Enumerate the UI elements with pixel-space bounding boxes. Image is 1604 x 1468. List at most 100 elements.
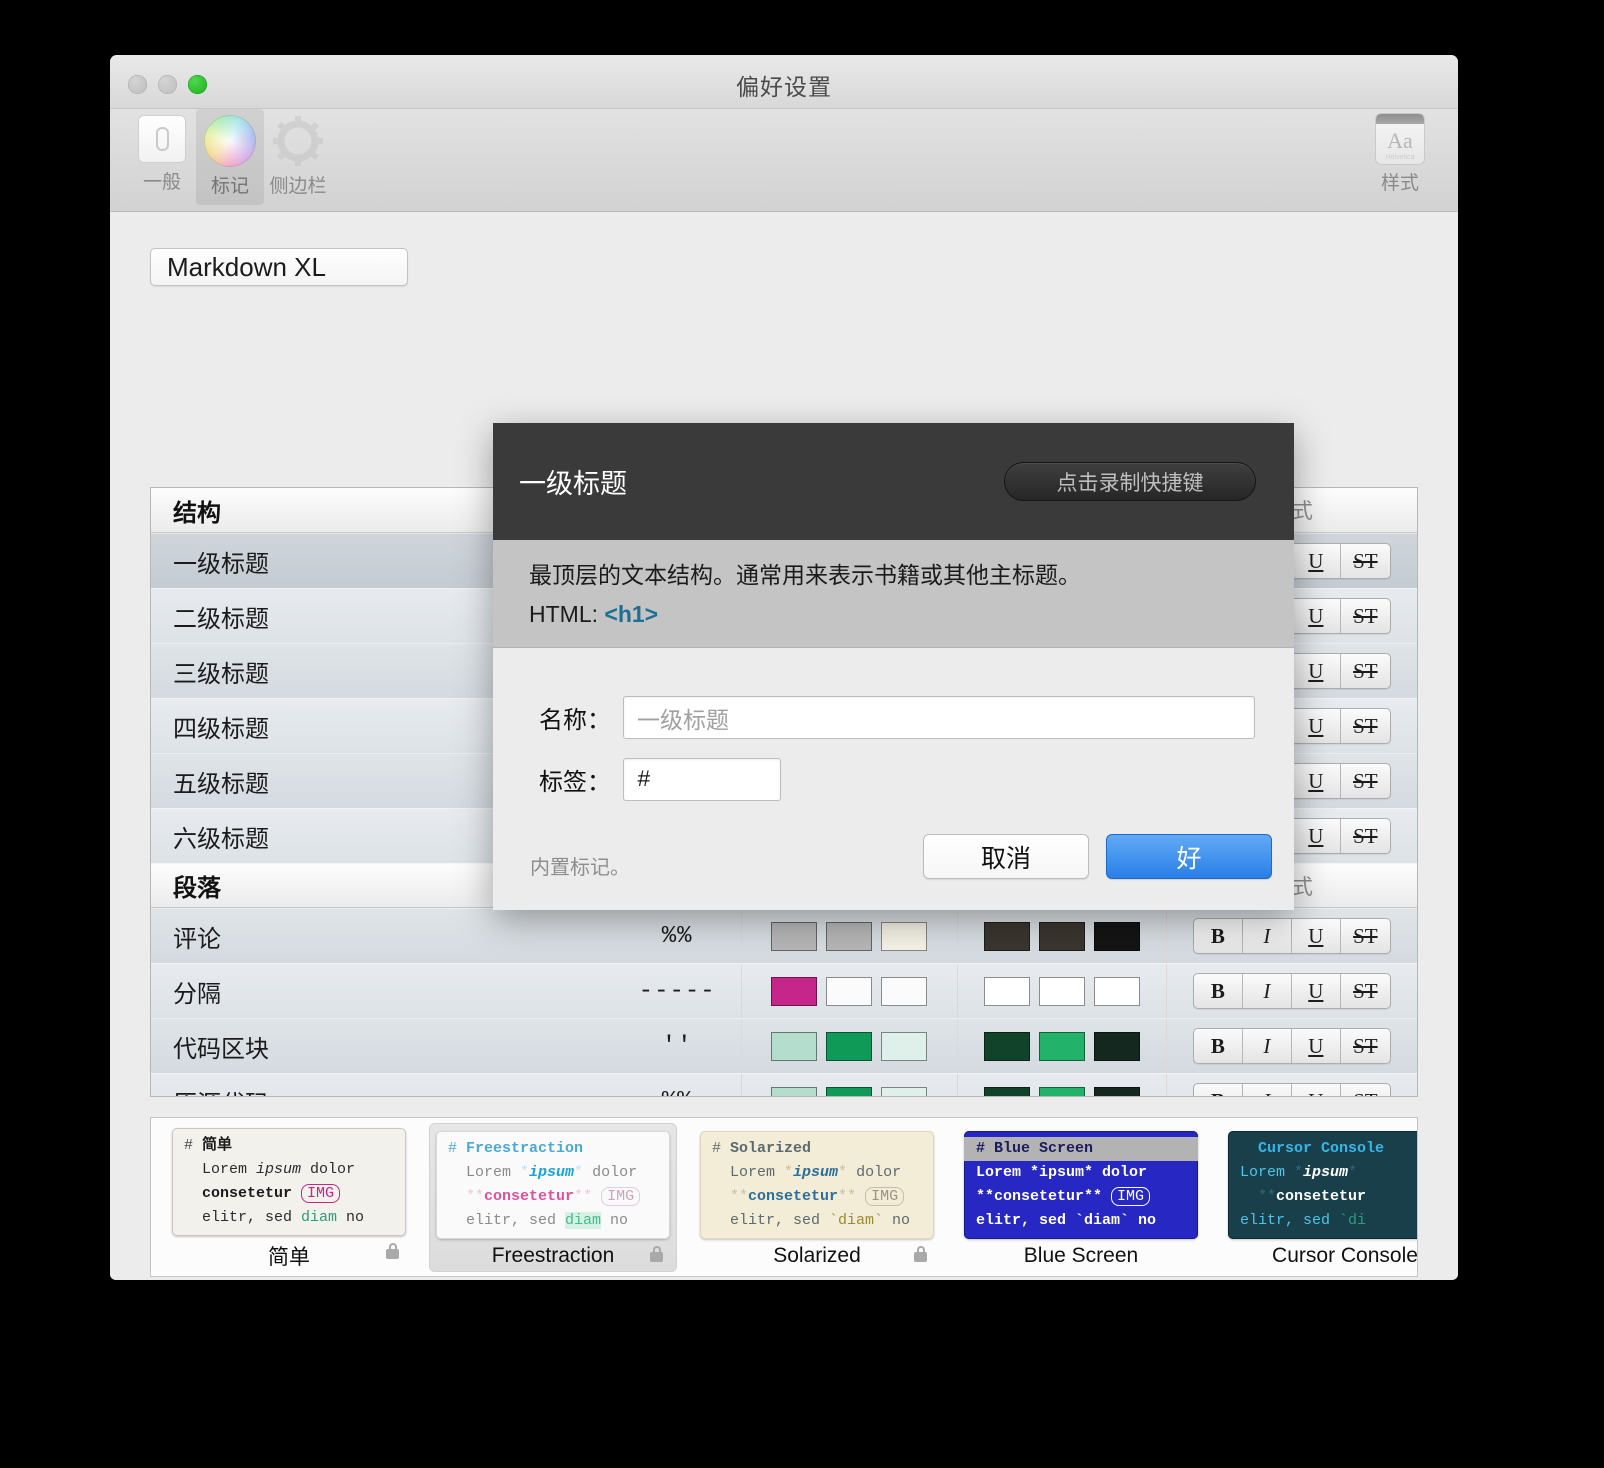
color-swatch[interactable] <box>771 921 818 951</box>
tag-input[interactable]: # <box>623 758 781 801</box>
style-button-u[interactable]: U <box>1292 764 1341 798</box>
theme-preview-line: elitr, sed `diam` no <box>964 1209 1198 1233</box>
toolbar-tab-markup[interactable]: 标记 <box>196 109 264 205</box>
style-button-i[interactable]: I <box>1243 974 1292 1008</box>
style-button-u[interactable]: U <box>1292 709 1341 743</box>
style-button-st[interactable]: ST <box>1341 654 1390 688</box>
row-label: 五级标题 <box>173 770 269 798</box>
style-button-i[interactable]: I <box>1243 1084 1292 1096</box>
row-marker-cell: '' <box>614 1019 741 1073</box>
style-button-st[interactable]: ST <box>1341 544 1390 578</box>
toolbar-tab-styles-label: 样式 <box>1380 173 1419 194</box>
style-button-st[interactable]: ST <box>1341 709 1390 743</box>
color-swatch[interactable] <box>826 1086 873 1096</box>
theme-gallery[interactable]: # 简单 Lorem ipsum dolor consetetur IMG elitr… <box>150 1117 1418 1277</box>
color-swatch[interactable] <box>1038 1031 1085 1061</box>
color-swatch[interactable] <box>771 1086 818 1096</box>
swatch-cell-dark <box>956 1074 1166 1096</box>
style-segmented-control[interactable]: BIUST <box>1192 1028 1391 1064</box>
color-swatch[interactable] <box>1093 1031 1140 1061</box>
style-button-st[interactable]: ST <box>1341 819 1390 853</box>
style-button-u[interactable]: U <box>1292 544 1341 578</box>
style-button-u[interactable]: U <box>1292 1084 1341 1096</box>
theme-cell[interactable]: Cursor Console Lorem *ipsum* **consetetur e… <box>1221 1123 1417 1272</box>
style-button-st[interactable]: ST <box>1341 919 1390 953</box>
theme-preview: # Solarized Lorem *ipsum* dolor **consetet… <box>700 1130 934 1239</box>
cancel-button[interactable]: 取消 <box>923 834 1089 879</box>
style-segmented-control[interactable]: BIUST <box>1192 973 1391 1009</box>
style-button-u[interactable]: U <box>1292 819 1341 853</box>
color-swatch[interactable] <box>881 976 928 1006</box>
color-swatch[interactable] <box>983 921 1030 951</box>
style-button-i[interactable]: I <box>1243 1029 1292 1063</box>
style-button-st[interactable]: ST <box>1341 764 1390 798</box>
table-row[interactable]: 代码区块 '' B I U ST <box>151 1018 1417 1073</box>
theme-preview-line: Lorem *ipsum* dolor <box>700 1161 934 1185</box>
style-button-st[interactable]: ST <box>1341 599 1390 633</box>
theme-preview-token: ipsum <box>529 1163 575 1181</box>
theme-preview-line: **consetetur <box>1228 1185 1417 1209</box>
style-button-b[interactable]: B <box>1194 1084 1243 1096</box>
table-row[interactable]: 分隔 ----- B I U ST <box>151 963 1417 1018</box>
color-swatch[interactable] <box>826 976 873 1006</box>
style-button-u[interactable]: U <box>1292 1029 1341 1063</box>
color-swatch[interactable] <box>1093 976 1140 1006</box>
toolbar-tab-styles[interactable]: Aa Helvetica 样式 <box>1362 113 1438 195</box>
color-swatch[interactable] <box>983 976 1030 1006</box>
theme-preview-token <box>1102 1188 1111 1205</box>
style-button-b[interactable]: B <box>1194 919 1243 953</box>
style-button-u[interactable]: U <box>1292 919 1341 953</box>
theme-preview-token: * <box>838 1163 848 1181</box>
color-swatch[interactable] <box>1038 921 1085 951</box>
table-row[interactable]: 原源代码%% BIUST <box>151 1073 1417 1097</box>
toolbar-tab-sidebar[interactable]: 侧边栏 <box>264 109 332 205</box>
ok-button[interactable]: 好 <box>1106 834 1272 879</box>
theme-name: Solarized <box>773 1243 861 1267</box>
color-swatch[interactable] <box>881 1086 928 1096</box>
style-button-st[interactable]: ST <box>1341 1084 1390 1097</box>
color-swatch[interactable] <box>826 1031 873 1061</box>
theme-popup-button[interactable]: Markdown XL <box>150 248 408 286</box>
theme-preview: # 简单 Lorem ipsum dolor consetetur IMG elitr… <box>172 1127 406 1236</box>
color-swatch[interactable] <box>771 1031 818 1061</box>
style-button-u[interactable]: U <box>1292 974 1341 1008</box>
record-shortcut-button[interactable]: 点击录制快捷键 <box>1004 462 1256 501</box>
color-swatch[interactable] <box>1038 976 1085 1006</box>
color-swatch[interactable] <box>983 1086 1030 1096</box>
color-swatch[interactable] <box>881 1031 928 1061</box>
theme-preview-token: dolor <box>301 1160 356 1178</box>
style-button-u[interactable]: U <box>1292 599 1341 633</box>
theme-preview-token: elitr, sed <box>466 1212 566 1230</box>
name-input[interactable]: 一级标题 <box>623 696 1255 739</box>
toolbar-tab-general[interactable]: 一般 <box>128 109 196 205</box>
style-segmented-control[interactable]: BIUST <box>1192 1083 1391 1097</box>
theme-preview-token: # <box>976 1139 995 1157</box>
color-swatch[interactable] <box>983 1031 1030 1061</box>
color-swatch[interactable] <box>881 921 928 951</box>
theme-preview-line: Lorem ipsum dolor <box>172 1158 406 1182</box>
style-button-u[interactable]: U <box>1292 654 1341 688</box>
style-button-i[interactable]: I <box>1243 919 1292 953</box>
style-button-b[interactable]: B <box>1194 1029 1243 1063</box>
style-button-st[interactable]: ST <box>1341 974 1390 1008</box>
theme-preview-token: Lorem <box>1240 1163 1295 1181</box>
swatch-group <box>983 1031 1140 1061</box>
style-segmented-control[interactable]: BIUST <box>1192 918 1391 954</box>
theme-cell[interactable]: # Solarized Lorem *ipsum* dolor **consetet… <box>693 1123 941 1272</box>
theme-cell[interactable]: # Freestraction Lorem *ipsum* dolor **cons… <box>429 1122 677 1272</box>
color-swatch[interactable] <box>826 921 873 951</box>
style-button-b[interactable]: B <box>1194 974 1243 1008</box>
theme-preview-line: **consetetur** IMG <box>436 1185 670 1209</box>
theme-cell[interactable]: # 简单 Lorem ipsum dolor consetetur IMG elitr… <box>165 1120 413 1275</box>
color-swatch[interactable] <box>1093 1086 1140 1096</box>
color-swatch[interactable] <box>1093 921 1140 951</box>
style-button-st[interactable]: ST <box>1341 1029 1390 1063</box>
color-swatch[interactable] <box>771 976 818 1006</box>
row-label: 代码区块 <box>173 1035 269 1063</box>
swatch-cell-thin <box>740 964 957 1018</box>
name-input-placeholder: 一级标题 <box>637 706 729 733</box>
theme-cell[interactable]: # Blue Screen Lorem *ipsum* dolor **conset… <box>957 1123 1205 1272</box>
table-row[interactable]: 评论%% B I U ST <box>151 908 1417 963</box>
color-swatch[interactable] <box>1038 1086 1085 1096</box>
theme-preview: # Freestraction Lorem *ipsum* dolor **cons… <box>436 1130 670 1239</box>
